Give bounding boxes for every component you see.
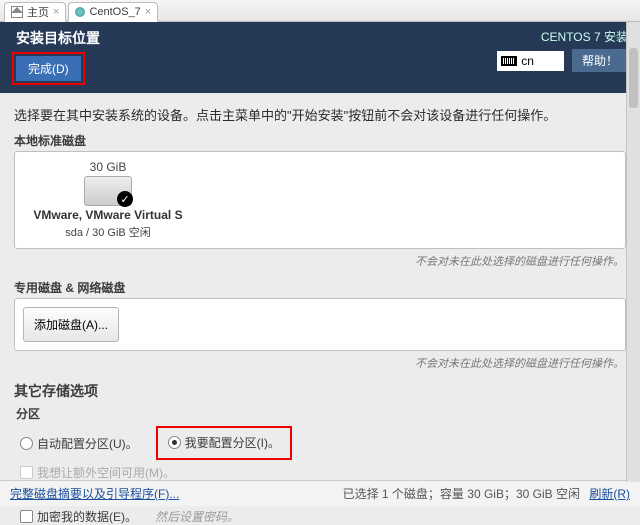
keyboard-layout-label: cn [521, 54, 534, 68]
done-highlight: 完成(D) [12, 52, 85, 85]
special-disks-panel: 添加磁盘(A)... [14, 298, 626, 351]
scrollbar[interactable] [626, 22, 640, 482]
radio-manual-label: 我要配置分区(I)。 [185, 434, 280, 451]
content-area: 选择要在其中安装系统的设备。点击主菜单中的"开始安装"按钮前不会对该设备进行任何… [0, 93, 640, 525]
keyboard-layout-selector[interactable]: cn [497, 51, 564, 71]
tab-home-label: 主页 [27, 4, 49, 20]
close-icon[interactable]: × [145, 6, 151, 18]
unselected-note: 不会对未在此处选择的磁盘进行任何操作。 [14, 253, 624, 269]
disk-sub: sda / 30 GiB 空闲 [65, 224, 151, 240]
manual-partition-highlight: 我要配置分区(I)。 [156, 426, 292, 460]
radio-auto-label: 自动配置分区(U)。 [37, 435, 138, 452]
keyboard-icon [501, 56, 517, 66]
done-button[interactable]: 完成(D) [16, 56, 81, 81]
home-icon [11, 6, 23, 18]
refresh-link[interactable]: 刷新(R) [589, 487, 630, 501]
page-description: 选择要在其中安装系统的设备。点击主菜单中的"开始安装"按钮前不会对该设备进行任何… [14, 105, 626, 124]
add-disk-button[interactable]: 添加磁盘(A)... [23, 307, 119, 342]
tab-vm-label: CentOS_7 [89, 6, 140, 18]
local-disks-title: 本地标准磁盘 [14, 132, 626, 149]
radio-auto-partition[interactable]: 自动配置分区(U)。 [20, 435, 138, 452]
vm-tabbar: 主页 × CentOS_7 × [0, 0, 640, 22]
check-icon: ✓ [117, 191, 133, 207]
installer-subtitle: CENTOS 7 安装 [541, 28, 628, 45]
bottom-bar: 完整磁盘摘要以及引导程序(F)... 已选择 1 个磁盘；容量 30 GiB；3… [0, 480, 640, 506]
encrypt-data-label: 加密我的数据(E)。 [37, 508, 137, 525]
storage-options-title: 其它存储选项 [14, 381, 626, 401]
hard-disk-icon: ✓ [84, 176, 132, 206]
disk-name: VMware, VMware Virtual S [33, 208, 182, 222]
disk-size: 30 GiB [90, 160, 127, 174]
tab-vm[interactable]: CentOS_7 × [68, 2, 158, 22]
page-title: 安装目标位置 [16, 28, 100, 48]
special-disks-title: 专用磁盘 & 网络磁盘 [14, 279, 626, 296]
help-button[interactable]: 帮助！ [572, 49, 628, 72]
installer-header: 安装目标位置 完成(D) CENTOS 7 安装 cn 帮助！ [0, 22, 640, 93]
checkbox-extra-space: 我想让额外空间可用(M)。 [20, 464, 175, 481]
selection-status: 已选择 1 个磁盘；容量 30 GiB；30 GiB 空闲 刷新(R) [343, 485, 630, 502]
checkbox-icon [20, 466, 33, 479]
status-text: 已选择 1 个磁盘；容量 30 GiB；30 GiB 空闲 [343, 487, 580, 501]
encrypt-hint: 然后设置密码。 [155, 508, 239, 525]
disk-item[interactable]: 30 GiB ✓ VMware, VMware Virtual S sda / … [23, 160, 193, 240]
checkbox-icon [20, 510, 33, 523]
tab-home[interactable]: 主页 × [4, 2, 66, 22]
local-disks-panel: 30 GiB ✓ VMware, VMware Virtual S sda / … [14, 151, 626, 249]
partition-label: 分区 [16, 405, 626, 422]
radio-icon [168, 436, 181, 449]
scrollbar-thumb[interactable] [629, 48, 638, 108]
radio-icon [20, 437, 33, 450]
radio-manual-partition[interactable]: 我要配置分区(I)。 [168, 434, 280, 451]
unselected-note-2: 不会对未在此处选择的磁盘进行任何操作。 [14, 355, 624, 371]
extra-space-label: 我想让额外空间可用(M)。 [37, 464, 175, 481]
full-disk-summary-link[interactable]: 完整磁盘摘要以及引导程序(F)... [10, 485, 179, 502]
close-icon[interactable]: × [53, 6, 59, 18]
checkbox-encrypt[interactable]: 加密我的数据(E)。 [20, 508, 137, 525]
centos-icon [75, 7, 85, 17]
